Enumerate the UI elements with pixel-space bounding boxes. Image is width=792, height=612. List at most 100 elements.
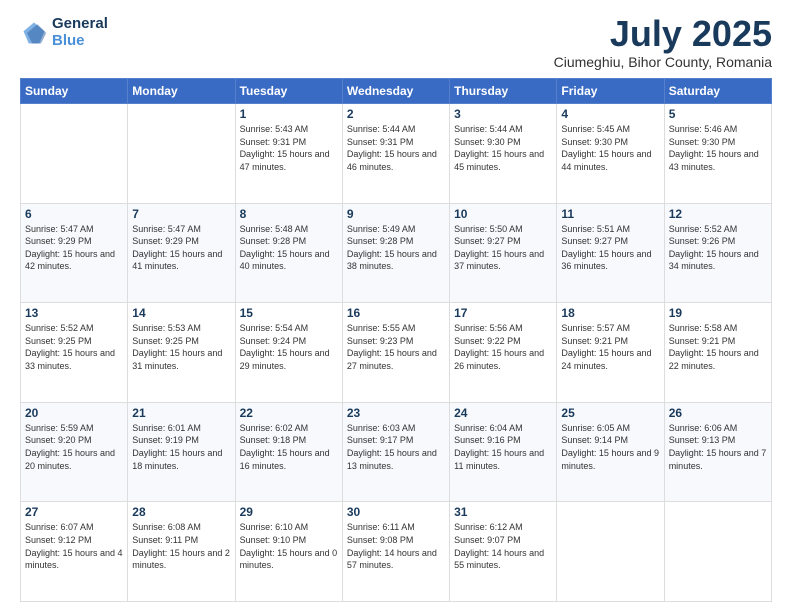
day-info: Sunrise: 6:07 AMSunset: 9:12 PMDaylight:… <box>25 521 123 571</box>
day-number: 2 <box>347 107 445 121</box>
cell-w3-d7: 19Sunrise: 5:58 AMSunset: 9:21 PMDayligh… <box>664 303 771 403</box>
day-info: Sunrise: 5:49 AMSunset: 9:28 PMDaylight:… <box>347 223 445 273</box>
cell-w4-d5: 24 Sunrise: 6:04 AMSunset: 9:16 PMDayligh… <box>450 402 557 502</box>
day-number: 31 <box>454 505 552 519</box>
calendar-header-row: Sunday Monday Tuesday Wednesday Thursday… <box>21 79 772 104</box>
day-number: 21 <box>132 406 230 420</box>
day-number: 25 <box>561 406 659 420</box>
day-number: 29 <box>240 505 338 519</box>
cell-w1-d4: 2 Sunrise: 5:44 AMSunset: 9:31 PMDaylight… <box>342 104 449 204</box>
day-number: 14 <box>132 306 230 320</box>
cell-w3-d2: 14Sunrise: 5:53 AMSunset: 9:25 PMDayligh… <box>128 303 235 403</box>
day-number: 15 <box>240 306 338 320</box>
cell-w5-d4: 30 Sunrise: 6:11 AMSunset: 9:08 PMDayligh… <box>342 502 449 602</box>
cell-w1-d5: 3Sunrise: 5:44 AMSunset: 9:30 PMDaylight… <box>450 104 557 204</box>
day-info: Sunrise: 6:08 AMSunset: 9:11 PMDaylight:… <box>132 521 230 571</box>
day-number: 28 <box>132 505 230 519</box>
cell-w5-d3: 29 Sunrise: 6:10 AMSunset: 9:10 PMDayligh… <box>235 502 342 602</box>
day-number: 19 <box>669 306 767 320</box>
day-number: 22 <box>240 406 338 420</box>
cell-w5-d2: 28 Sunrise: 6:08 AMSunset: 9:11 PMDayligh… <box>128 502 235 602</box>
day-info: Sunrise: 5:46 AMSunset: 9:30 PMDaylight:… <box>669 123 767 173</box>
day-info: Sunrise: 6:12 AMSunset: 9:07 PMDaylight:… <box>454 521 552 571</box>
day-info: Sunrise: 6:05 AMSunset: 9:14 PMDaylight:… <box>561 422 659 472</box>
cell-w2-d7: 12 Sunrise: 5:52 AMSunset: 9:26 PMDayligh… <box>664 203 771 303</box>
col-wednesday: Wednesday <box>342 79 449 104</box>
day-number: 26 <box>669 406 767 420</box>
day-info: Sunrise: 6:02 AMSunset: 9:18 PMDaylight:… <box>240 422 338 472</box>
calendar-table: Sunday Monday Tuesday Wednesday Thursday… <box>20 78 772 602</box>
day-info: Sunrise: 5:47 AMSunset: 9:29 PMDaylight:… <box>132 223 230 273</box>
cell-w4-d6: 25 Sunrise: 6:05 AMSunset: 9:14 PMDayligh… <box>557 402 664 502</box>
day-info: Sunrise: 5:52 AMSunset: 9:26 PMDaylight:… <box>669 223 767 273</box>
cell-w3-d1: 13 Sunrise: 5:52 AMSunset: 9:25 PMDayligh… <box>21 303 128 403</box>
month-year: July 2025 <box>554 16 772 52</box>
day-info: Sunrise: 5:54 AMSunset: 9:24 PMDaylight:… <box>240 322 338 372</box>
cell-w3-d3: 15 Sunrise: 5:54 AMSunset: 9:24 PMDayligh… <box>235 303 342 403</box>
day-info: Sunrise: 6:03 AMSunset: 9:17 PMDaylight:… <box>347 422 445 472</box>
week-row-1: 1Sunrise: 5:43 AMSunset: 9:31 PMDaylight… <box>21 104 772 204</box>
cell-w1-d6: 4 Sunrise: 5:45 AMSunset: 9:30 PMDaylight… <box>557 104 664 204</box>
day-info: Sunrise: 5:59 AMSunset: 9:20 PMDaylight:… <box>25 422 123 472</box>
logo-icon <box>20 19 48 47</box>
day-info: Sunrise: 5:52 AMSunset: 9:25 PMDaylight:… <box>25 322 123 372</box>
cell-w1-d3: 1Sunrise: 5:43 AMSunset: 9:31 PMDaylight… <box>235 104 342 204</box>
day-number: 6 <box>25 207 123 221</box>
day-number: 8 <box>240 207 338 221</box>
cell-w1-d1 <box>21 104 128 204</box>
header: General Blue July 2025 Ciumeghiu, Bihor … <box>20 16 772 70</box>
cell-w3-d5: 17Sunrise: 5:56 AMSunset: 9:22 PMDayligh… <box>450 303 557 403</box>
day-number: 10 <box>454 207 552 221</box>
day-info: Sunrise: 6:11 AMSunset: 9:08 PMDaylight:… <box>347 521 445 571</box>
day-number: 27 <box>25 505 123 519</box>
day-number: 4 <box>561 107 659 121</box>
col-monday: Monday <box>128 79 235 104</box>
day-info: Sunrise: 5:50 AMSunset: 9:27 PMDaylight:… <box>454 223 552 273</box>
day-number: 13 <box>25 306 123 320</box>
day-info: Sunrise: 6:10 AMSunset: 9:10 PMDaylight:… <box>240 521 338 571</box>
day-info: Sunrise: 6:04 AMSunset: 9:16 PMDaylight:… <box>454 422 552 472</box>
day-info: Sunrise: 5:57 AMSunset: 9:21 PMDaylight:… <box>561 322 659 372</box>
col-saturday: Saturday <box>664 79 771 104</box>
cell-w4-d2: 21 Sunrise: 6:01 AMSunset: 9:19 PMDayligh… <box>128 402 235 502</box>
day-info: Sunrise: 5:48 AMSunset: 9:28 PMDaylight:… <box>240 223 338 273</box>
col-tuesday: Tuesday <box>235 79 342 104</box>
day-info: Sunrise: 5:47 AMSunset: 9:29 PMDaylight:… <box>25 223 123 273</box>
day-number: 16 <box>347 306 445 320</box>
week-row-5: 27 Sunrise: 6:07 AMSunset: 9:12 PMDayligh… <box>21 502 772 602</box>
page: General Blue July 2025 Ciumeghiu, Bihor … <box>0 0 792 612</box>
day-info: Sunrise: 5:43 AMSunset: 9:31 PMDaylight:… <box>240 123 338 173</box>
day-number: 23 <box>347 406 445 420</box>
day-number: 3 <box>454 107 552 121</box>
cell-w2-d6: 11Sunrise: 5:51 AMSunset: 9:27 PMDayligh… <box>557 203 664 303</box>
day-number: 30 <box>347 505 445 519</box>
cell-w5-d6 <box>557 502 664 602</box>
cell-w5-d1: 27 Sunrise: 6:07 AMSunset: 9:12 PMDayligh… <box>21 502 128 602</box>
logo-text: General Blue <box>52 16 108 49</box>
cell-w4-d3: 22 Sunrise: 6:02 AMSunset: 9:18 PMDayligh… <box>235 402 342 502</box>
col-thursday: Thursday <box>450 79 557 104</box>
cell-w2-d5: 10 Sunrise: 5:50 AMSunset: 9:27 PMDayligh… <box>450 203 557 303</box>
logo: General Blue <box>20 16 108 49</box>
day-info: Sunrise: 5:45 AMSunset: 9:30 PMDaylight:… <box>561 123 659 173</box>
day-info: Sunrise: 6:06 AMSunset: 9:13 PMDaylight:… <box>669 422 767 472</box>
cell-w1-d2 <box>128 104 235 204</box>
cell-w4-d4: 23 Sunrise: 6:03 AMSunset: 9:17 PMDayligh… <box>342 402 449 502</box>
day-number: 9 <box>347 207 445 221</box>
day-number: 5 <box>669 107 767 121</box>
cell-w2-d4: 9 Sunrise: 5:49 AMSunset: 9:28 PMDaylight… <box>342 203 449 303</box>
title-block: July 2025 Ciumeghiu, Bihor County, Roman… <box>554 16 772 70</box>
day-info: Sunrise: 6:01 AMSunset: 9:19 PMDaylight:… <box>132 422 230 472</box>
day-number: 12 <box>669 207 767 221</box>
cell-w2-d1: 6 Sunrise: 5:47 AMSunset: 9:29 PMDaylight… <box>21 203 128 303</box>
cell-w4-d7: 26 Sunrise: 6:06 AMSunset: 9:13 PMDayligh… <box>664 402 771 502</box>
cell-w2-d3: 8 Sunrise: 5:48 AMSunset: 9:28 PMDaylight… <box>235 203 342 303</box>
day-info: Sunrise: 5:44 AMSunset: 9:31 PMDaylight:… <box>347 123 445 173</box>
cell-w3-d6: 18Sunrise: 5:57 AMSunset: 9:21 PMDayligh… <box>557 303 664 403</box>
cell-w5-d5: 31 Sunrise: 6:12 AMSunset: 9:07 PMDayligh… <box>450 502 557 602</box>
day-number: 24 <box>454 406 552 420</box>
week-row-3: 13 Sunrise: 5:52 AMSunset: 9:25 PMDayligh… <box>21 303 772 403</box>
day-number: 20 <box>25 406 123 420</box>
day-number: 11 <box>561 207 659 221</box>
week-row-4: 20 Sunrise: 5:59 AMSunset: 9:20 PMDayligh… <box>21 402 772 502</box>
